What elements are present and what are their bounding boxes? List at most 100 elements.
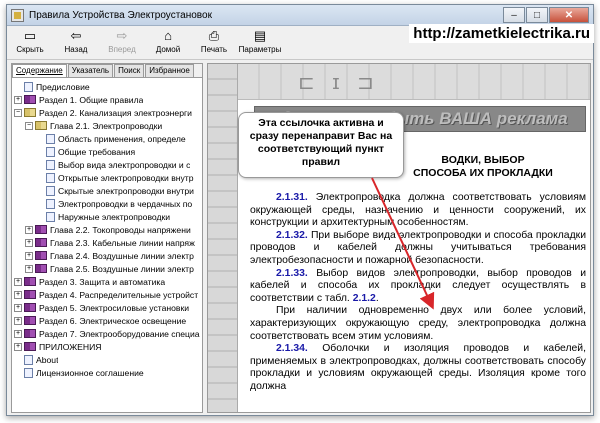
- print-label: Печать: [200, 45, 228, 54]
- close-button[interactable]: ✕: [549, 7, 589, 23]
- open-book-icon: [24, 108, 36, 117]
- clause-number[interactable]: 2.1.33.: [276, 268, 308, 279]
- expand-icon[interactable]: +: [14, 316, 22, 325]
- clause-number[interactable]: 2.1.32.: [276, 230, 308, 241]
- tree-item[interactable]: + Раздел 1. Общие правила: [14, 93, 202, 106]
- document-body: 2.1.31. Электропроводка должна соответст…: [250, 192, 586, 394]
- maximize-button[interactable]: □: [526, 7, 548, 23]
- clause-number[interactable]: 2.1.31.: [276, 192, 308, 203]
- tree-item-label: Глава 2.4. Воздушные линии электр: [50, 250, 194, 261]
- tree-item[interactable]: + Глава 2.3. Кабельные линии напряж: [14, 236, 202, 249]
- forward-button[interactable]: ⇨ Вперед: [99, 28, 145, 54]
- tree-item[interactable]: Область применения, определе: [14, 132, 202, 145]
- tree-item-label: Раздел 7. Электрооборудование специа: [39, 328, 200, 339]
- book-icon: [24, 290, 36, 299]
- expand-icon[interactable]: +: [14, 95, 22, 104]
- tree-item[interactable]: + ПРИЛОЖЕНИЯ: [14, 340, 202, 353]
- tree-item[interactable]: Общие требования: [14, 145, 202, 158]
- tree-item[interactable]: + Раздел 5. Электросиловые установки: [14, 301, 202, 314]
- forward-label: Вперед: [108, 45, 136, 54]
- tree-item-label: Раздел 3. Защита и автоматика: [39, 276, 166, 287]
- clause-number[interactable]: 2.1.34.: [276, 343, 308, 354]
- book-icon: [24, 95, 36, 104]
- app-icon: [11, 8, 24, 22]
- minimize-button[interactable]: –: [503, 7, 525, 23]
- tree-item-label: About: [36, 354, 59, 365]
- tree-item-label: Раздел 5. Электросиловые установки: [39, 302, 190, 313]
- tree-item[interactable]: Предисловие: [14, 80, 202, 93]
- tree-item[interactable]: + Раздел 7. Электрооборудование специа: [14, 327, 202, 340]
- expand-icon[interactable]: +: [14, 342, 22, 351]
- back-arrow-icon: ⇦: [70, 28, 82, 43]
- hide-label: Скрыть: [16, 45, 44, 54]
- expand-icon[interactable]: +: [14, 329, 22, 338]
- expand-icon[interactable]: +: [25, 251, 33, 260]
- section-heading: ВОДКИ, ВЫБОР СПОСОБА ИХ ПРОКЛАДКИ: [378, 154, 588, 180]
- contents-tree: Предисловие + Раздел 1. Общие правила − Разд…: [12, 78, 202, 379]
- tree-item-label: Глава 2.3. Кабельные линии напряж: [50, 237, 195, 248]
- paragraph: 2.1.34. Оболочки и изоляция проводов и к…: [250, 343, 586, 393]
- paragraph: 2.1.31. Электропроводка должна соответст…: [250, 192, 586, 230]
- page-icon: [46, 133, 55, 144]
- tree-item[interactable]: + Раздел 4. Распределительные устройст: [14, 288, 202, 301]
- help-window: Правила Устройства Электроустановок – □ …: [6, 4, 594, 416]
- tree-item[interactable]: − Глава 2.1. Электропроводки: [14, 119, 202, 132]
- hide-icon: ▭: [23, 28, 37, 43]
- page-icon: [24, 81, 33, 92]
- options-button[interactable]: ▤ Параметры: [237, 28, 283, 54]
- tree-item-label: Глава 2.5. Воздушные линии электр: [50, 263, 194, 274]
- table-link[interactable]: 2.1.2: [353, 293, 376, 304]
- page-icon: [24, 354, 33, 365]
- tab-1[interactable]: Указатель: [67, 64, 114, 77]
- page-icon: [46, 146, 55, 157]
- book-icon: [24, 329, 36, 338]
- options-label: Параметры: [238, 45, 282, 54]
- page-icon: [46, 185, 55, 196]
- tree-item[interactable]: Выбор вида электропроводки и с: [14, 158, 202, 171]
- tree-item[interactable]: + Глава 2.5. Воздушные линии электр: [14, 262, 202, 275]
- expand-icon[interactable]: +: [14, 277, 22, 286]
- home-label: Домой: [155, 45, 181, 54]
- book-icon: [24, 342, 36, 351]
- page-icon: [46, 159, 55, 170]
- tab-2[interactable]: Поиск: [114, 64, 145, 77]
- navigation-pane: Содержание Указатель Поиск Избранное Предис…: [11, 63, 203, 413]
- expand-icon[interactable]: +: [25, 264, 33, 273]
- home-button[interactable]: ⌂ Домой: [145, 28, 191, 54]
- tree-item[interactable]: Открытые электропроводки внутр: [14, 171, 202, 184]
- tree-item[interactable]: Скрытые электропроводки внутри: [14, 184, 202, 197]
- tree-item[interactable]: + Глава 2.2. Токопроводы напряжени: [14, 223, 202, 236]
- tree-item[interactable]: About: [14, 353, 202, 366]
- title-bar[interactable]: Правила Устройства Электроустановок – □ …: [7, 5, 593, 26]
- nav-tabs: Содержание Указатель Поиск Избранное: [12, 64, 202, 78]
- heading-line-1: ВОДКИ, ВЫБОР: [441, 154, 525, 166]
- tree-item[interactable]: Электропроводки в чердачных по: [14, 197, 202, 210]
- tab-0[interactable]: Содержание: [12, 64, 67, 77]
- tree-item[interactable]: Лицензионное соглашение: [14, 366, 202, 379]
- collapse-icon[interactable]: −: [25, 121, 33, 130]
- expand-icon[interactable]: +: [25, 238, 33, 247]
- tab-3[interactable]: Избранное: [145, 64, 194, 77]
- print-button[interactable]: ⎙ Печать: [191, 28, 237, 54]
- tree-item[interactable]: + Глава 2.4. Воздушные линии электр: [14, 249, 202, 262]
- book-icon: [35, 225, 47, 234]
- tree-item-label: Предисловие: [36, 81, 90, 92]
- back-button[interactable]: ⇦ Назад: [53, 28, 99, 54]
- tree-item-label: Глава 2.2. Токопроводы напряжени: [50, 224, 191, 235]
- decorative-header-strip: ⊏ ɪ ⊐: [238, 64, 590, 100]
- tree-item[interactable]: Наружные электропроводки: [14, 210, 202, 223]
- book-icon: [35, 251, 47, 260]
- forward-arrow-icon: ⇨: [116, 28, 128, 43]
- decorative-side-strip: [208, 64, 238, 412]
- tree-item[interactable]: − Раздел 2. Канализация электроэнерги: [14, 106, 202, 119]
- expand-icon[interactable]: +: [14, 303, 22, 312]
- collapse-icon[interactable]: −: [14, 108, 22, 117]
- expand-icon[interactable]: +: [14, 290, 22, 299]
- tree-item[interactable]: + Раздел 6. Электрическое освещение: [14, 314, 202, 327]
- page-icon: [46, 198, 55, 209]
- header-glyphs: ⊏ ɪ ⊐: [298, 72, 380, 94]
- hide-button[interactable]: ▭ Скрыть: [7, 28, 53, 54]
- expand-icon[interactable]: +: [25, 225, 33, 234]
- tree-item[interactable]: + Раздел 3. Защита и автоматика: [14, 275, 202, 288]
- paragraph: При наличии одновременно двух или более …: [250, 305, 586, 343]
